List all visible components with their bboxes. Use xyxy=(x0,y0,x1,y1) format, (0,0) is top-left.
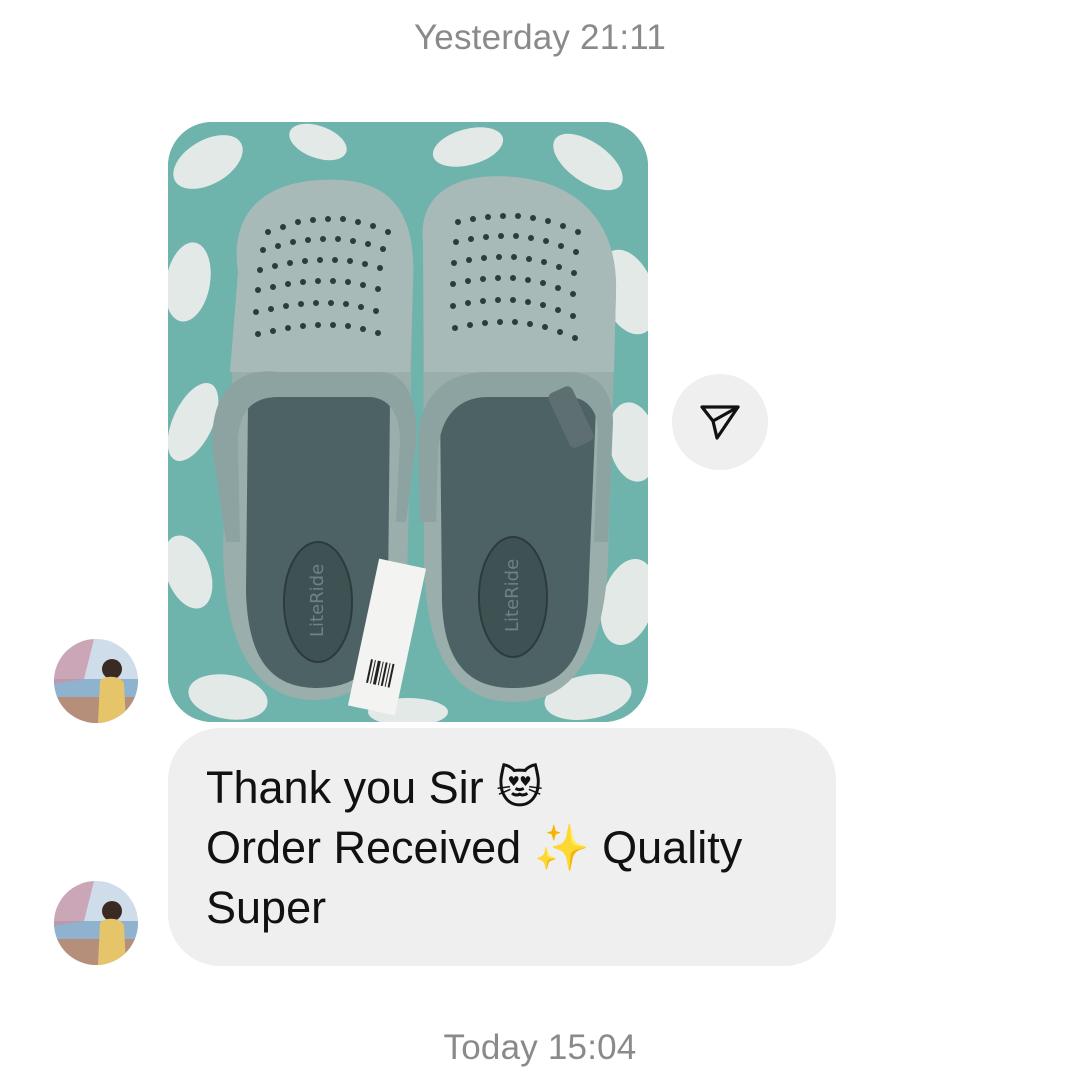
message-line: Super xyxy=(206,882,327,933)
message-line: Thank you Sir 😻 xyxy=(206,762,544,813)
share-button[interactable] xyxy=(672,374,768,470)
sole-text-right: LiteRide xyxy=(502,559,523,632)
avatar[interactable] xyxy=(54,881,138,965)
message-bubble[interactable]: Thank you Sir 😻 Order Received ✨ Quality… xyxy=(168,728,836,966)
right-clog: LiteRide xyxy=(418,176,617,703)
sole-text-left: LiteRide xyxy=(307,564,328,637)
photo-message[interactable]: LiteRide LiteRide xyxy=(168,122,648,722)
paper-plane-icon xyxy=(700,405,740,440)
avatar-photo xyxy=(54,881,138,965)
clogs-photo: LiteRide LiteRide xyxy=(168,122,648,722)
avatar[interactable] xyxy=(54,639,138,723)
timestamp-today: Today 15:04 xyxy=(443,1028,637,1067)
message-line: Order Received ✨ Quality xyxy=(206,822,743,873)
avatar-photo xyxy=(54,639,138,723)
timestamp-yesterday: Yesterday 21:11 xyxy=(413,18,667,57)
